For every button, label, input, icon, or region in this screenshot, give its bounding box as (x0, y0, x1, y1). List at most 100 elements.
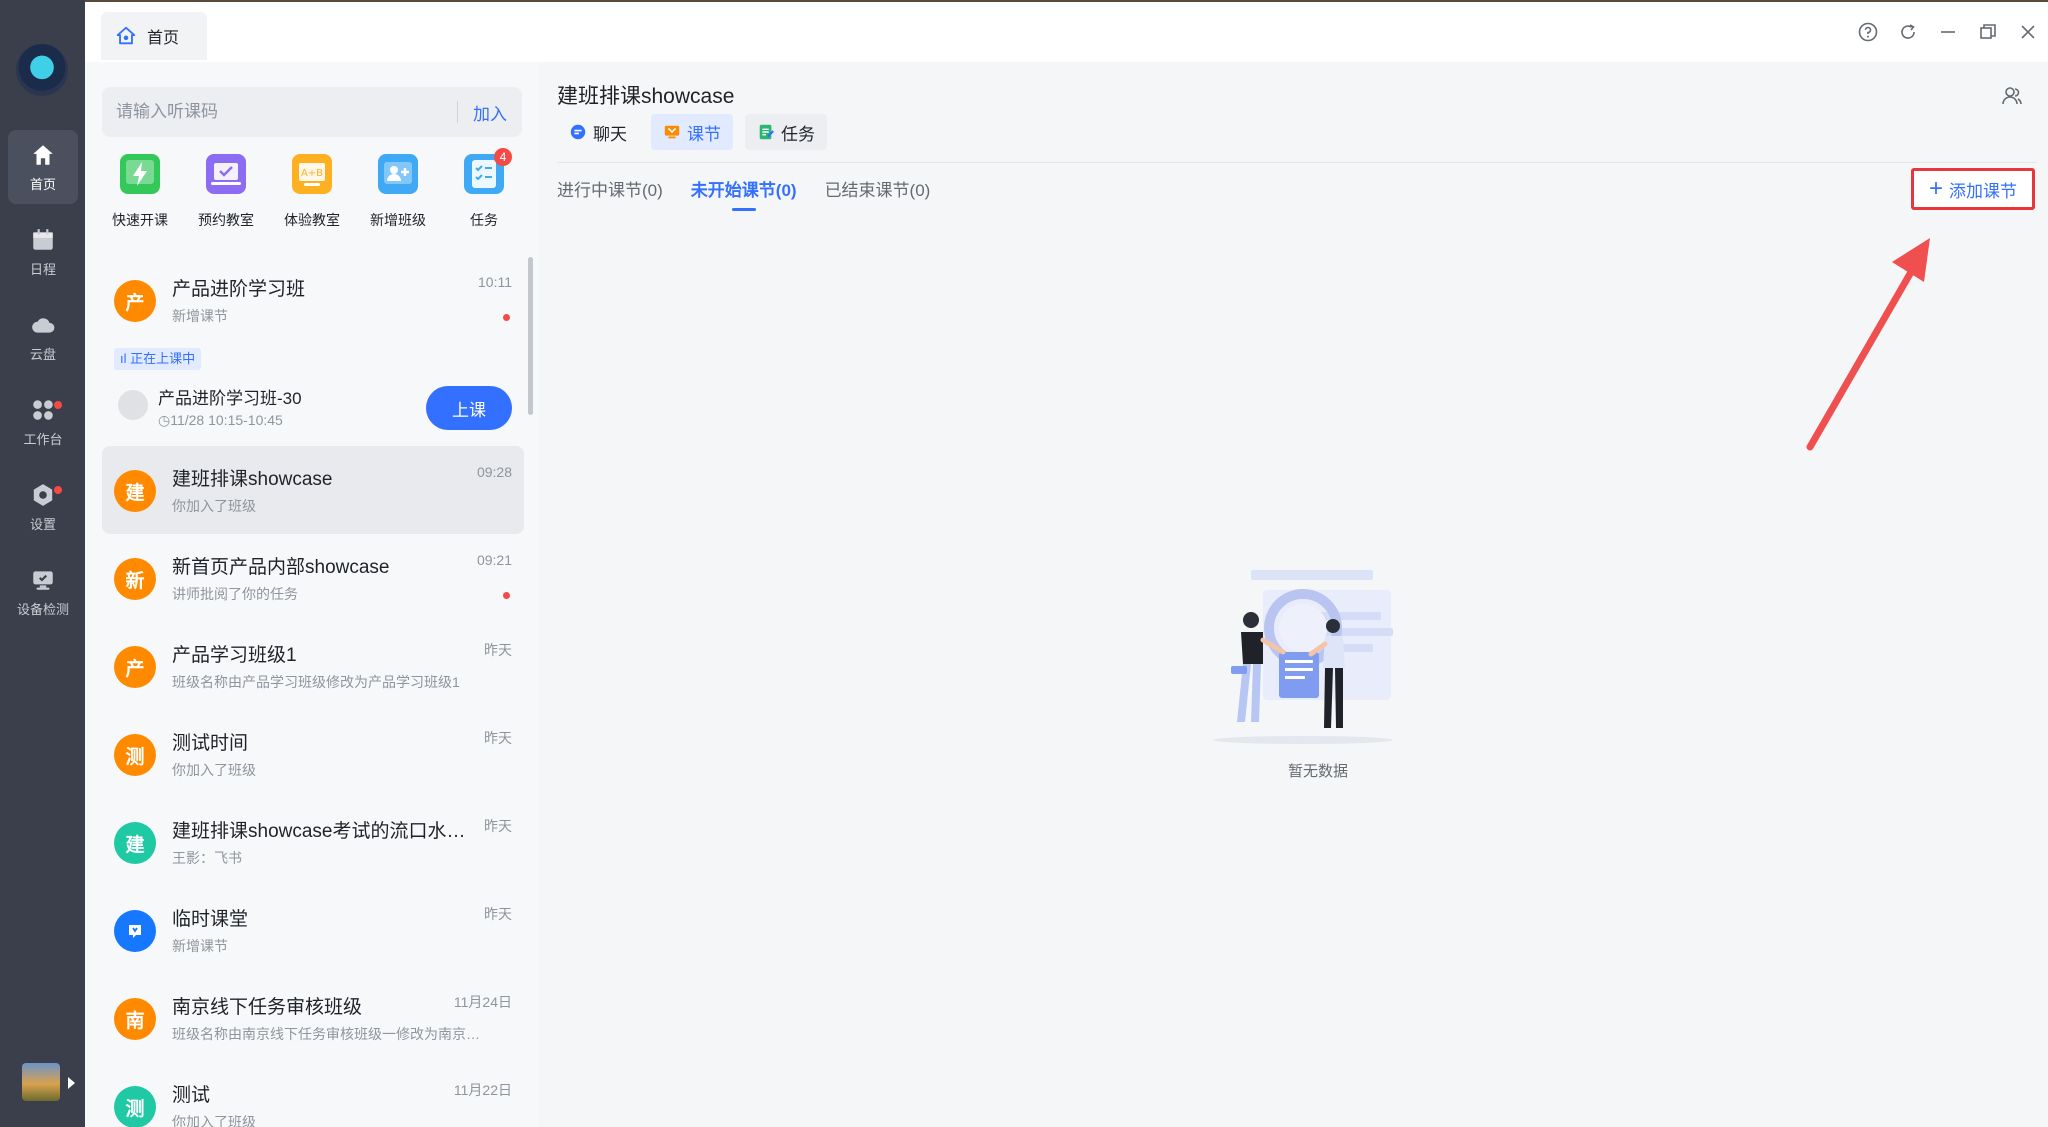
quick-start-class-button[interactable]: 快速开课 (100, 154, 180, 230)
settings-icon (33, 483, 53, 506)
conversation-preview: 新增课节 (172, 938, 228, 954)
notification-dot (54, 401, 62, 409)
attend-class-button[interactable]: 上课 (426, 386, 512, 430)
live-lesson-time: ◷11/28 10:15-10:45 (158, 412, 283, 429)
tab-in-progress-lessons[interactable]: 进行中课节(0) (557, 176, 663, 211)
rail-item-label: 日程 (29, 261, 56, 277)
rail-item-label: 首页 (29, 176, 56, 192)
empty-state: 暂无数据 (1203, 562, 1433, 780)
quick-actions: 快速开课 预约教室 A+B 体验教室 新增班级 4 任务 (97, 148, 527, 230)
rail-item-label: 设置 (29, 516, 56, 532)
tab-home[interactable]: 首页 (101, 12, 207, 60)
unread-dot (503, 314, 510, 321)
list-item[interactable]: 测 测试时间 你加入了班级 昨天 (102, 710, 524, 798)
rail-item-workbench[interactable]: 工作台 (8, 385, 78, 459)
book-classroom-button[interactable]: 预约教室 (186, 154, 266, 230)
conversation-title: 产品进阶学习班 (172, 279, 306, 300)
conversation-preview: 王影：飞书 (172, 850, 242, 866)
apps-icon (33, 399, 53, 420)
list-item[interactable]: 南 南京线下任务审核班级 班级名称由南京线下任务审核班级一修改为南京… 11月2… (102, 974, 524, 1062)
rail-item-schedule[interactable]: 日程 (8, 215, 78, 289)
restore-icon (1980, 24, 1996, 39)
conversation-preview: 你加入了班级 (172, 498, 256, 514)
tab-tasks[interactable]: 任务 (745, 114, 827, 150)
lightning-icon (120, 154, 160, 194)
conversation-title: 建班排课showcase考试的流口水… (172, 821, 466, 842)
signal-icon: ıl (120, 351, 131, 366)
tab-not-started-lessons[interactable]: 未开始课节(0) (691, 176, 797, 211)
list-scrollbar[interactable] (528, 257, 533, 415)
rail-item-label: 设备检测 (16, 601, 69, 617)
conversation-preview: 新增课节 (172, 308, 228, 324)
rail-item-label: 云盘 (29, 346, 56, 362)
conversation-time: 11月24日 (453, 994, 512, 1010)
live-lesson-title: 产品进阶学习班-30 (158, 389, 302, 408)
tab-tasks-label: 任务 (781, 124, 815, 144)
conversation-sidebar: 加入 快速开课 预约教室 A+B 体验教室 新增班级 (85, 62, 539, 1127)
quick-action-label: 任务 (470, 212, 498, 228)
rail-item-settings[interactable]: 设置 (8, 470, 78, 544)
list-item[interactable]: 建 建班排课showcase 你加入了班级 09:28 (102, 446, 524, 534)
chat-icon (570, 124, 586, 140)
annotation-arrow-icon (1806, 238, 1930, 451)
close-button[interactable] (2016, 20, 2040, 44)
list-item[interactable]: 新 新首页产品内部showcase 讲师批阅了你的任务 09:21 (102, 534, 524, 622)
rail-item-device-check[interactable]: 设备检测 (8, 555, 78, 629)
class-detail-panel: 建班排课showcase 聊天 课节 任务 进行中课节(0) 未开始课节(0) … (539, 62, 2048, 1127)
tab-chat-label: 聊天 (593, 124, 627, 144)
tab-lessons-label: 课节 (687, 124, 721, 144)
add-group-icon (378, 154, 418, 194)
trial-classroom-button[interactable]: A+B 体验教室 (272, 154, 352, 230)
conversation-time: 昨天 (484, 818, 512, 834)
device-check-icon (33, 570, 53, 590)
expand-arrow-icon[interactable] (68, 1077, 75, 1089)
avatar: 建 (114, 470, 156, 512)
rail-item-home[interactable]: 首页 (8, 130, 78, 204)
live-lesson-time-label: 11/28 10:15-10:45 (170, 412, 283, 428)
list-item[interactable]: 临时课堂 新增课节 昨天 (102, 886, 524, 974)
rail-item-cloud[interactable]: 云盘 (8, 300, 78, 374)
tasks-button[interactable]: 4 任务 (444, 148, 524, 230)
avatar: 南 (114, 998, 156, 1040)
list-item[interactable]: 产 产品进阶学习班 新增课节 10:11 (102, 256, 524, 344)
plus-icon: + (1928, 175, 1943, 202)
conversation-title: 建班排课showcase (172, 469, 333, 490)
title-bar: 首页 (85, 0, 2048, 62)
user-avatar[interactable] (22, 1063, 60, 1101)
tab-lessons[interactable]: 课节 (651, 114, 733, 150)
minimize-button[interactable] (1936, 20, 1960, 44)
listen-code-input[interactable] (102, 87, 457, 137)
tab-chat[interactable]: 聊天 (557, 114, 639, 150)
help-button[interactable] (1856, 20, 1880, 44)
lesson-icon (664, 125, 680, 139)
tab-finished-lessons[interactable]: 已结束课节(0) (825, 176, 931, 211)
list-item[interactable]: 测 测试 你加入了班级 11月22日 (102, 1062, 524, 1127)
conversation-preview: 你加入了班级 (172, 1114, 256, 1127)
conversation-time: 昨天 (484, 730, 512, 746)
conversation-title: 南京线下任务审核班级 (172, 997, 363, 1018)
lesson-icon (118, 390, 148, 420)
conversation-list: 产 产品进阶学习班 新增课节 10:11 ıl 正在上课中 产品进阶学习班-30… (102, 256, 524, 1127)
task-count-badge: 4 (494, 148, 512, 166)
rail-item-label: 工作台 (23, 431, 63, 447)
avatar: 产 (114, 280, 156, 322)
app-logo[interactable] (16, 44, 68, 96)
refresh-button[interactable] (1896, 20, 1920, 44)
help-icon (1858, 22, 1878, 42)
list-item[interactable]: 建 建班排课showcase考试的流口水… 王影：飞书 昨天 (102, 798, 524, 886)
svg-text:A+B: A+B (301, 168, 323, 179)
nav-rail: 首页 日程 云盘 工作台 设置 设备检测 (0, 0, 85, 1127)
new-class-button[interactable]: 新增班级 (358, 154, 438, 230)
list-item[interactable]: 产 产品学习班级1 班级名称由产品学习班级修改为产品学习班级1 昨天 (102, 622, 524, 710)
members-icon[interactable] (2000, 84, 2024, 108)
conversation-title: 产品学习班级1 (172, 645, 297, 666)
conversation-time: 10:11 (478, 274, 512, 290)
clock-icon: ◷ (158, 412, 171, 428)
conversation-title: 测试 (172, 1085, 211, 1106)
conversation-time: 昨天 (484, 642, 512, 658)
add-lesson-button[interactable]: + 添加课节 (1911, 168, 2035, 210)
refresh-icon (1901, 24, 1915, 39)
join-button[interactable]: 加入 (458, 100, 522, 125)
quick-action-label: 新增班级 (370, 212, 426, 228)
restore-button[interactable] (1976, 20, 2000, 44)
